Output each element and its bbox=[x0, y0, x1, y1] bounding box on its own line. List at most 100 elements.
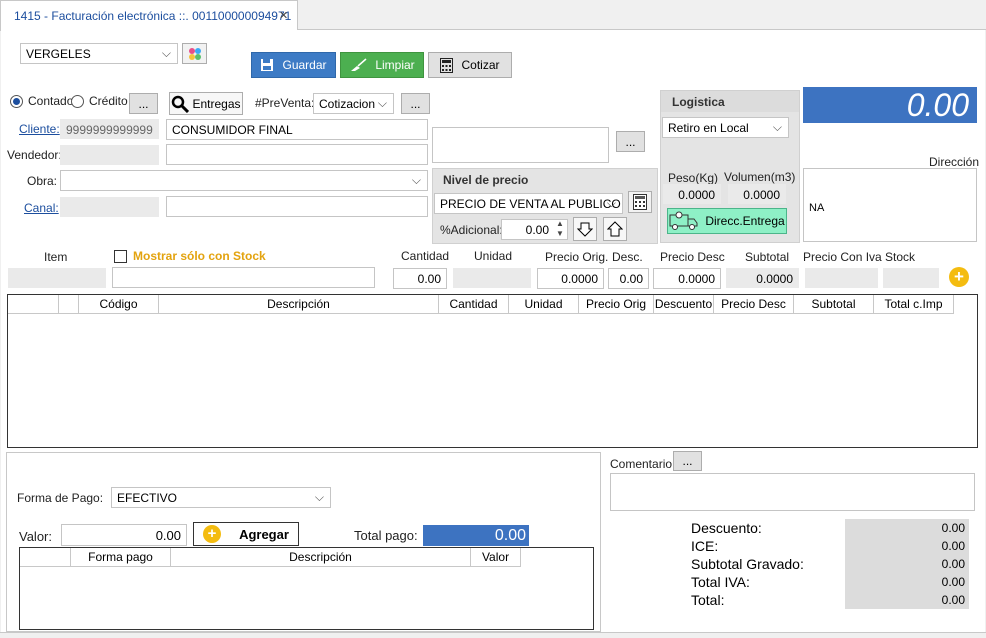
price-level-title: Nivel de precio bbox=[443, 173, 529, 187]
save-icon bbox=[261, 59, 274, 71]
summary-iva-label: Total IVA: bbox=[691, 574, 750, 590]
payment-total-label: Total pago: bbox=[354, 528, 418, 543]
address-field[interactable]: NA bbox=[803, 168, 977, 242]
items-grid[interactable]: Código Descripción Cantidad Unidad Preci… bbox=[7, 294, 978, 448]
notes-more-button[interactable]: ... bbox=[616, 131, 645, 152]
unit-field[interactable] bbox=[453, 268, 531, 288]
deliveries-button[interactable]: Entregas bbox=[169, 92, 243, 115]
price-down-button[interactable] bbox=[573, 217, 597, 241]
summary-iva-value: 0.00 bbox=[845, 573, 969, 591]
logistics-mode-select[interactable]: Retiro en Local bbox=[662, 117, 789, 138]
clear-label: Limpiar bbox=[375, 58, 415, 72]
work-select[interactable] bbox=[60, 170, 428, 191]
work-label: Obra: bbox=[27, 174, 58, 188]
home-icon bbox=[607, 221, 623, 237]
weight-field: 0.0000 bbox=[663, 184, 721, 204]
presale-more-button[interactable]: ... bbox=[401, 93, 430, 114]
credit-radio[interactable] bbox=[71, 95, 84, 108]
unit-label: Unidad bbox=[474, 249, 513, 263]
grid-col-unit[interactable]: Unidad bbox=[509, 295, 579, 314]
grid-col-orig-price[interactable]: Precio Orig bbox=[579, 295, 654, 314]
deliveries-label: Entregas bbox=[192, 96, 241, 111]
grid-col-total-tax[interactable]: Total c.Imp bbox=[874, 295, 954, 314]
additional-label: %Adicional: bbox=[440, 223, 503, 237]
delivery-address-button[interactable]: Direcc.Entrega bbox=[667, 208, 787, 234]
item-description-field[interactable] bbox=[112, 267, 375, 288]
payment-total-display: 0.00 bbox=[423, 525, 529, 546]
payment-more-button[interactable]: ... bbox=[129, 93, 158, 114]
volume-field: 0.0000 bbox=[728, 184, 786, 204]
comment-more-button[interactable]: ... bbox=[673, 451, 702, 471]
grid-col-subtotal[interactable]: Subtotal bbox=[794, 295, 874, 314]
notes-field[interactable] bbox=[432, 127, 609, 163]
payments-col-value[interactable]: Valor bbox=[471, 548, 521, 567]
stock-only-checkbox[interactable] bbox=[114, 250, 127, 263]
palette-button[interactable] bbox=[182, 43, 207, 64]
summary-discount-value: 0.00 bbox=[845, 519, 969, 537]
payment-value-input[interactable]: 0.00 bbox=[61, 524, 187, 546]
search-icon bbox=[172, 95, 190, 113]
add-payment-button[interactable]: + Agregar bbox=[193, 522, 299, 546]
orig-price-input[interactable]: 0.0000 bbox=[537, 268, 604, 289]
disc-input[interactable]: 0.00 bbox=[608, 268, 649, 289]
qty-label: Cantidad bbox=[401, 249, 450, 263]
grid-col-discount[interactable]: Descuento bbox=[654, 295, 714, 314]
volume-label: Volumen(m3) bbox=[724, 170, 796, 184]
item-label: Item bbox=[44, 250, 68, 264]
seller-name-field[interactable] bbox=[166, 144, 428, 165]
price-iva-field bbox=[805, 268, 878, 288]
palette-icon bbox=[188, 47, 201, 60]
summary-total-label: Total: bbox=[691, 592, 725, 608]
summary-ice-value: 0.00 bbox=[845, 537, 969, 555]
payment-form-label: Forma de Pago: bbox=[17, 491, 104, 505]
payments-col-description[interactable]: Descripción bbox=[171, 548, 471, 567]
grid-col-qty[interactable]: Cantidad bbox=[439, 295, 509, 314]
location-select[interactable]: VERGELES bbox=[20, 43, 178, 64]
orig-price-label: Precio Orig. bbox=[545, 250, 609, 264]
disc-price-input[interactable]: 0.0000 bbox=[653, 268, 721, 289]
item-code-field[interactable] bbox=[8, 268, 106, 288]
spinner-icon[interactable]: ▲ ▼ bbox=[556, 219, 564, 239]
close-icon[interactable]: ✕ bbox=[279, 9, 288, 22]
credit-label: Crédito bbox=[89, 94, 128, 108]
summary-taxed-subtotal-value: 0.00 bbox=[845, 555, 969, 573]
grid-col-select bbox=[8, 295, 59, 314]
subtotal-label: Subtotal bbox=[745, 250, 790, 264]
seller-code-field[interactable] bbox=[60, 145, 159, 165]
qty-input[interactable]: 0.00 bbox=[393, 268, 447, 289]
clear-button[interactable]: Limpiar bbox=[340, 52, 424, 78]
tab-invoice[interactable]: 1415 - Facturación electrónica ::. 00110… bbox=[0, 0, 298, 31]
payment-value-label: Valor: bbox=[19, 529, 52, 544]
plus-icon: + bbox=[954, 267, 964, 286]
price-up-button[interactable] bbox=[603, 217, 627, 241]
calculator-icon bbox=[633, 194, 647, 210]
comment-field[interactable] bbox=[610, 473, 975, 511]
client-link[interactable]: Cliente: bbox=[19, 122, 60, 136]
channel-name-field[interactable] bbox=[166, 196, 428, 217]
channel-code-field[interactable] bbox=[60, 197, 159, 217]
grid-col-description[interactable]: Descripción bbox=[159, 295, 439, 314]
cash-radio[interactable] bbox=[10, 95, 23, 108]
channel-link[interactable]: Canal: bbox=[24, 201, 59, 215]
add-item-button[interactable]: + bbox=[949, 267, 969, 287]
quote-button[interactable]: Cotizar bbox=[428, 52, 512, 78]
summary-ice-label: ICE: bbox=[691, 538, 719, 554]
payment-form-select[interactable]: EFECTIVO bbox=[111, 487, 331, 508]
tab-title: 1415 - Facturación electrónica ::. 00110… bbox=[14, 9, 292, 23]
presale-select[interactable]: Cotizacion bbox=[313, 93, 394, 114]
price-level-select[interactable]: PRECIO DE VENTA AL PUBLICO bbox=[434, 193, 623, 214]
presale-label: #PreVenta: bbox=[255, 96, 315, 110]
grid-col-disc-price[interactable]: Precio Desc bbox=[714, 295, 794, 314]
subtotal-field: 0.0000 bbox=[726, 268, 799, 288]
price-calculator-button[interactable] bbox=[628, 191, 652, 213]
payments-col-form[interactable]: Forma pago bbox=[71, 548, 171, 567]
save-button[interactable]: Guardar bbox=[251, 52, 336, 78]
quote-label: Cotizar bbox=[461, 58, 500, 72]
summary-total-value: 0.00 bbox=[845, 591, 969, 609]
grid-col-flag bbox=[59, 295, 79, 314]
weight-label: Peso(Kg) bbox=[668, 171, 719, 185]
client-name-field[interactable]: CONSUMIDOR FINAL bbox=[166, 119, 428, 140]
grid-col-code[interactable]: Código bbox=[79, 295, 159, 314]
client-id-field[interactable]: 9999999999999 bbox=[60, 119, 159, 139]
payments-grid[interactable]: Forma pago Descripción Valor bbox=[19, 547, 594, 630]
